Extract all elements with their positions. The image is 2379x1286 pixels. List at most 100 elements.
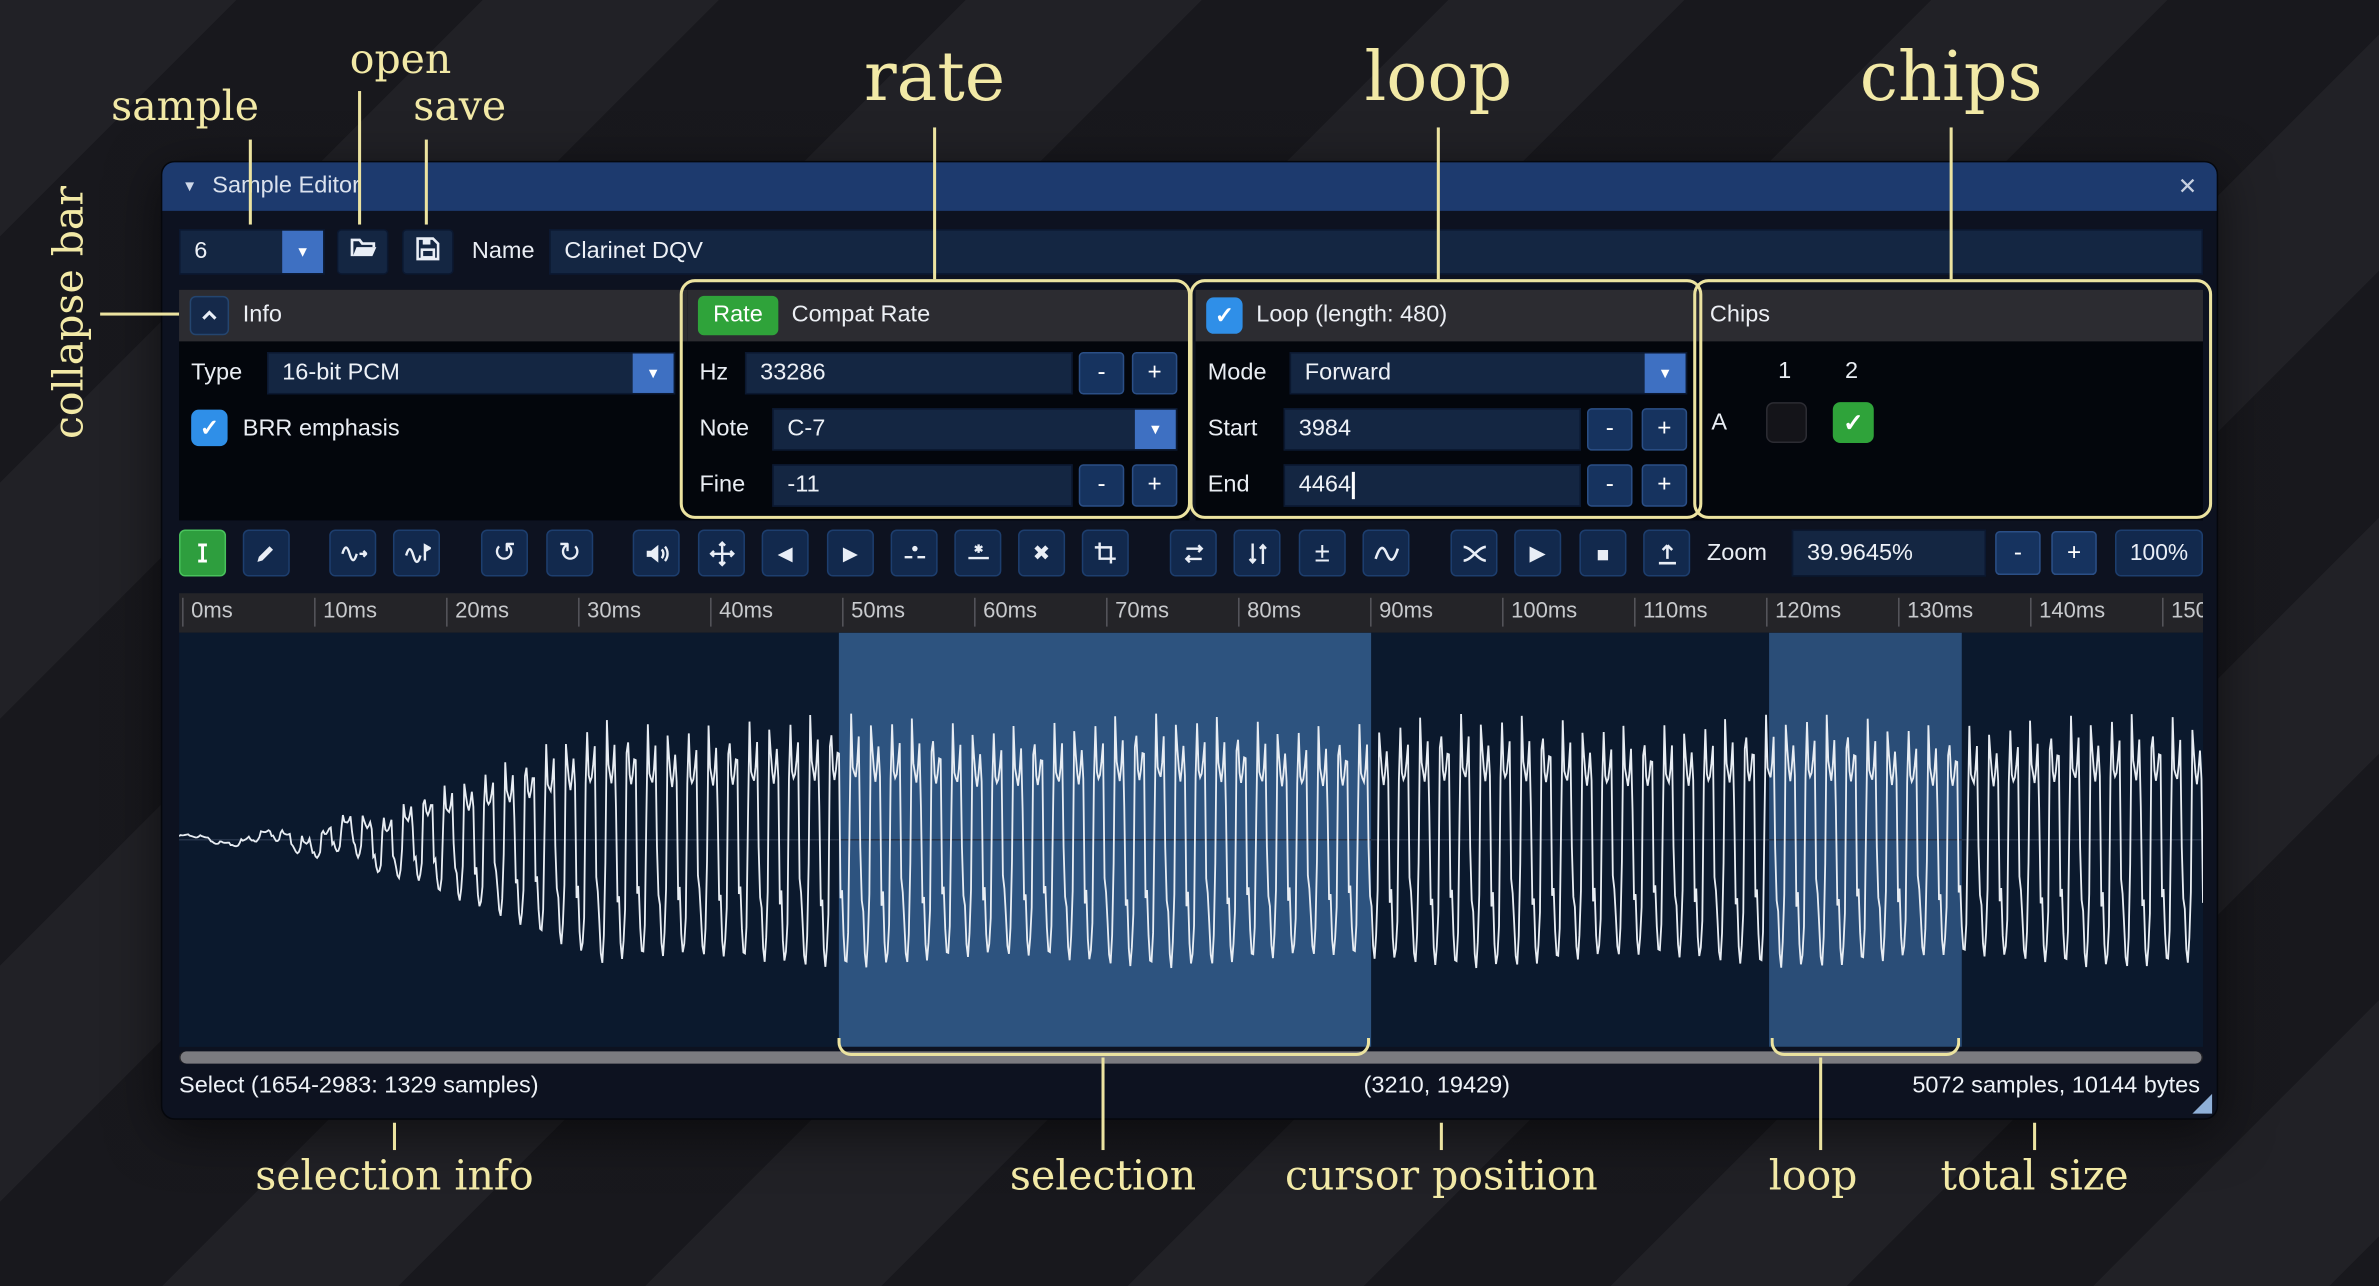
- ruler-tick: 10ms: [314, 598, 377, 627]
- annotation-line-open: [358, 91, 361, 225]
- ruler-tick: 50ms: [842, 598, 905, 627]
- type-dropdown[interactable]: 16-bit PCM ▼: [267, 352, 675, 394]
- annotation-line-save: [425, 140, 428, 225]
- ibeam-cursor-icon: [190, 540, 216, 566]
- speaker-icon: [643, 539, 670, 566]
- annotation-cursor-position: cursor position: [1285, 1153, 1598, 1200]
- folder-open-icon: [348, 234, 377, 270]
- reverse-button[interactable]: [1170, 530, 1217, 577]
- silence-insert-icon: [900, 539, 927, 566]
- resize-grip[interactable]: [2192, 1094, 2212, 1114]
- selection-status: Select (1654-2983: 1329 samples): [179, 1073, 539, 1100]
- triangle-right-icon: ▶: [843, 541, 858, 565]
- sign-invert-button[interactable]: ±: [1299, 530, 1346, 577]
- close-icon[interactable]: ✕: [2178, 173, 2197, 200]
- fade-out-button[interactable]: ▶: [827, 530, 874, 577]
- annotation-rect-chips: [1693, 279, 2212, 519]
- redo-icon: ↻: [558, 537, 581, 569]
- resample-button[interactable]: [393, 530, 440, 577]
- total-size-status: 5072 samples, 10144 bytes: [1912, 1073, 2200, 1100]
- ruler-tick: 90ms: [1370, 598, 1433, 627]
- plus-minus-icon: ±: [1315, 537, 1330, 569]
- waveform-svg: [179, 633, 2203, 1047]
- resize-button[interactable]: [329, 530, 376, 577]
- name-value: Clarinet DQV: [564, 238, 703, 265]
- insert-silence-button[interactable]: [891, 530, 938, 577]
- sample-number: 6: [181, 238, 283, 265]
- crossfade-button[interactable]: [1450, 530, 1497, 577]
- chevron-down-icon[interactable]: ▼: [633, 354, 674, 393]
- cursor-position-status: (3210, 19429): [1364, 1073, 1510, 1100]
- annotation-bracket-loop: [1771, 1038, 1961, 1056]
- filter-button[interactable]: [1362, 530, 1409, 577]
- select-tool-button[interactable]: [179, 530, 226, 577]
- annotation-chips: chips: [1860, 36, 2043, 116]
- zoom-label: Zoom: [1707, 530, 1767, 577]
- zoom-input[interactable]: 39.9645%: [1792, 530, 1986, 577]
- silence-apply-icon: [964, 539, 991, 566]
- type-label: Type: [191, 352, 242, 394]
- annotation-save: save: [413, 83, 506, 130]
- crossfade-icon: [1460, 539, 1487, 566]
- delete-button[interactable]: ✖: [1018, 530, 1065, 577]
- import-button[interactable]: [1643, 530, 1690, 577]
- annotation-line-chips: [1950, 127, 1953, 279]
- zoom-out-button[interactable]: -: [1995, 531, 2041, 575]
- amplify-button[interactable]: [633, 530, 680, 577]
- time-ruler[interactable]: 0ms10ms20ms30ms40ms50ms60ms70ms80ms90ms1…: [179, 593, 2203, 632]
- annotation-line-collapse-bar: [100, 313, 179, 316]
- annotation-line-selection: [1102, 1058, 1105, 1151]
- play-icon: ▶: [1530, 540, 1546, 566]
- window-title: Sample Editor: [212, 173, 360, 200]
- annotation-line-sample: [249, 140, 252, 225]
- save-button[interactable]: [402, 229, 454, 275]
- sample-selector[interactable]: 6 ▼: [179, 229, 325, 275]
- wave-resample-icon: [403, 539, 430, 566]
- wave-resize-icon: [339, 539, 366, 566]
- apply-silence-button[interactable]: [954, 530, 1001, 577]
- annotation-line-loop: [1437, 127, 1440, 279]
- ruler-tick: 20ms: [446, 598, 509, 627]
- annotation-selection: selection: [1010, 1153, 1196, 1200]
- zoom-in-button[interactable]: +: [2051, 531, 2097, 575]
- stop-preview-button[interactable]: ■: [1579, 530, 1626, 577]
- name-input[interactable]: Clarinet DQV: [549, 229, 2203, 275]
- annotation-open: open: [350, 36, 452, 83]
- screenshot-root: ▼ Sample Editor ✕ 6 ▼: [0, 0, 2379, 1286]
- chevron-down-icon[interactable]: ▼: [282, 231, 323, 273]
- ruler-tick: 140ms: [2030, 598, 2105, 627]
- waveform-display[interactable]: [179, 633, 2203, 1047]
- preview-button[interactable]: ▶: [1514, 530, 1561, 577]
- ruler-tick: 70ms: [1106, 598, 1169, 627]
- brr-emphasis-label: BRR emphasis: [243, 407, 400, 453]
- fade-in-button[interactable]: ◀: [762, 530, 809, 577]
- brr-emphasis-checkbox[interactable]: ✓: [191, 410, 227, 446]
- annotation-line-rate: [933, 127, 936, 279]
- open-button[interactable]: [337, 229, 389, 275]
- ruler-tick: 0ms: [182, 598, 233, 627]
- invert-button[interactable]: [1233, 530, 1280, 577]
- window-collapse-icon[interactable]: ▼: [182, 178, 197, 195]
- ruler-tick: 150ms: [2162, 598, 2203, 627]
- delete-icon: ✖: [1033, 540, 1051, 566]
- annotation-collapse-bar: collapse bar: [46, 186, 93, 439]
- collapse-section-button[interactable]: [190, 296, 229, 335]
- pencil-icon: [253, 540, 279, 566]
- filter-wave-icon: [1372, 539, 1399, 566]
- ruler-tick: 40ms: [710, 598, 773, 627]
- swap-vertical-icon: [1243, 539, 1270, 566]
- annotation-loop: loop: [1364, 36, 1512, 116]
- undo-button[interactable]: ↺: [481, 530, 528, 577]
- triangle-left-icon: ◀: [778, 541, 793, 565]
- ruler-tick: 80ms: [1238, 598, 1301, 627]
- annotation-line-selection-info: [393, 1123, 396, 1150]
- ruler-tick: 30ms: [578, 598, 641, 627]
- undo-icon: ↺: [493, 537, 516, 569]
- draw-tool-button[interactable]: [243, 530, 290, 577]
- annotation-rate: rate: [864, 36, 1005, 116]
- normalize-button[interactable]: [698, 530, 745, 577]
- zoom-reset-button[interactable]: 100%: [2115, 530, 2203, 577]
- annotation-rect-rate: [680, 279, 1191, 519]
- trim-button[interactable]: [1082, 530, 1129, 577]
- redo-button[interactable]: ↻: [546, 530, 593, 577]
